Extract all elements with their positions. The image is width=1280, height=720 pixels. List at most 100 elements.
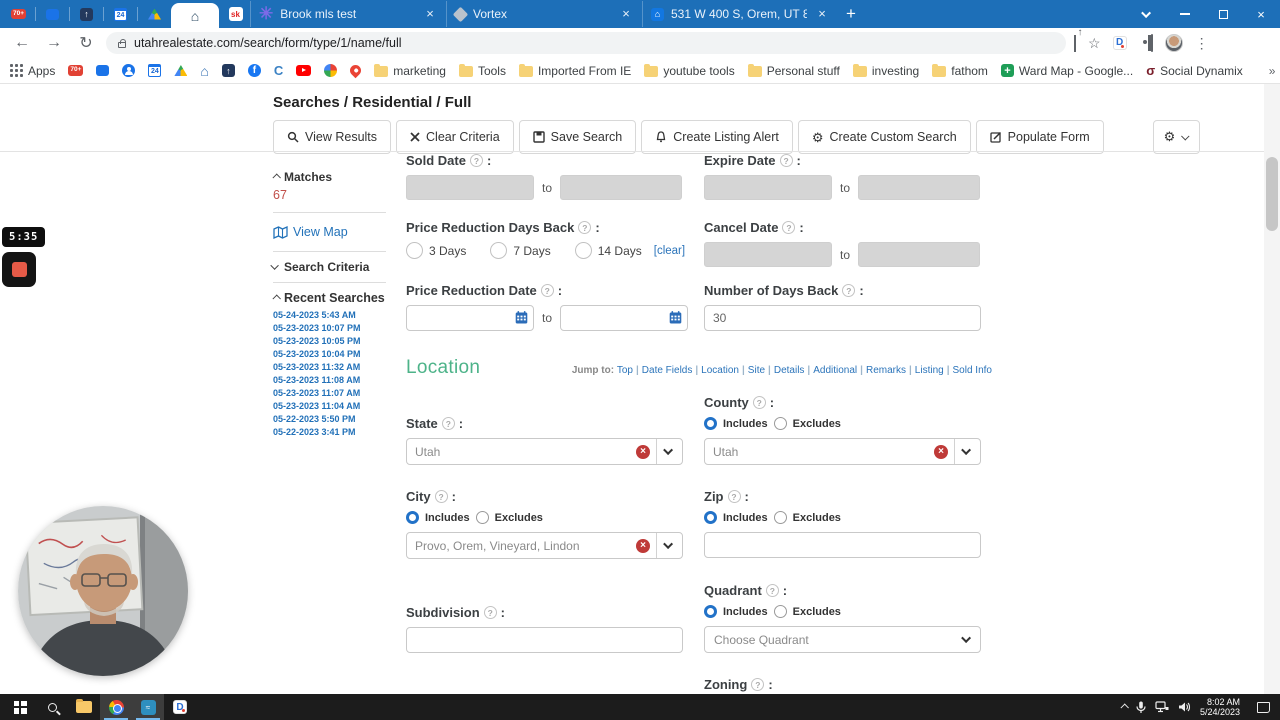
jump-link-sold-info[interactable]: Sold Info xyxy=(953,365,992,376)
network-icon[interactable] xyxy=(1155,701,1169,713)
clear-link[interactable]: [clear] xyxy=(654,245,685,257)
jump-link-details[interactable]: Details xyxy=(774,365,805,376)
tray-overflow-chevron[interactable] xyxy=(1120,703,1129,712)
window-close-button[interactable]: × xyxy=(1242,0,1280,28)
colorful-extension-icon[interactable]: D xyxy=(1112,36,1127,50)
tab-vortex[interactable]: Vortex × xyxy=(446,1,642,27)
zip-input[interactable] xyxy=(704,532,981,558)
help-icon[interactable]: ? xyxy=(540,284,554,297)
help-icon[interactable]: ? xyxy=(441,417,455,430)
subdivision-input[interactable] xyxy=(406,627,683,653)
city-excludes-radio[interactable] xyxy=(475,511,489,524)
tab-close-icon[interactable]: × xyxy=(618,6,634,22)
pinned-tab-drive[interactable] xyxy=(146,6,163,22)
quadrant-excludes-radio[interactable] xyxy=(773,605,787,618)
bookmark-social-dynamix[interactable]: σ Social Dynamix xyxy=(1146,63,1243,78)
jump-link-location[interactable]: Location xyxy=(701,365,739,376)
search-criteria-section-header[interactable]: Search Criteria xyxy=(270,260,386,274)
dropdown-arrow[interactable] xyxy=(656,439,682,464)
recent-search-link[interactable]: 05-22-2023 5:50 PM xyxy=(273,413,386,426)
bookmark-photos[interactable] xyxy=(324,64,338,77)
county-select[interactable]: Utah × xyxy=(704,438,981,465)
bookmark-folder-tools[interactable]: Tools xyxy=(458,64,506,78)
taskbar-clock[interactable]: 8:02 AM 5/24/2023 xyxy=(1200,697,1240,717)
calendar-picker-icon[interactable] xyxy=(515,311,528,324)
scrollbar-thumb[interactable] xyxy=(1266,157,1278,231)
help-icon[interactable]: ? xyxy=(842,284,856,297)
bookmark-star-icon[interactable]: ☆ xyxy=(1088,36,1101,50)
clear-criteria-button[interactable]: Clear Criteria xyxy=(396,120,514,154)
taskbar-search-button[interactable] xyxy=(36,694,68,720)
recent-search-link[interactable]: 05-23-2023 11:32 AM xyxy=(273,361,386,374)
bookmark-folder-youtube-tools[interactable]: youtube tools xyxy=(644,64,735,78)
dropdown-arrow[interactable] xyxy=(954,439,980,464)
pinned-tab-gmail[interactable]: 70+ xyxy=(10,6,27,22)
view-results-button[interactable]: View Results xyxy=(273,120,392,154)
jump-link-listing[interactable]: Listing xyxy=(915,365,944,376)
bookmark-youtube[interactable] xyxy=(296,65,312,76)
help-icon[interactable]: ? xyxy=(483,606,497,619)
number-of-days-back-input[interactable] xyxy=(704,305,981,331)
populate-form-button[interactable]: Populate Form xyxy=(975,120,1104,154)
bookmark-facebook[interactable]: f xyxy=(247,64,261,77)
clear-x-icon[interactable]: × xyxy=(934,444,948,459)
matches-section-header[interactable]: Matches xyxy=(272,170,386,184)
bookmark-maps[interactable] xyxy=(347,62,364,79)
active-tab-utahrealestate[interactable]: ⌂ xyxy=(171,3,219,28)
bookmarks-overflow-chevron[interactable]: » xyxy=(1269,64,1276,78)
tab-close-icon[interactable]: × xyxy=(814,6,830,22)
webcam-bubble[interactable] xyxy=(18,506,188,676)
help-icon[interactable]: ? xyxy=(751,678,765,691)
help-icon[interactable]: ? xyxy=(727,490,741,503)
tab-zillow-listing[interactable]: ⌂ 531 W 400 S, Orem, UT 84058 | Zi × xyxy=(642,1,838,27)
help-icon[interactable]: ? xyxy=(779,154,793,167)
help-icon[interactable]: ? xyxy=(578,221,592,234)
bookmark-contacts[interactable] xyxy=(122,64,136,77)
pinned-tab-sk[interactable]: sk xyxy=(227,6,244,22)
create-custom-search-button[interactable]: ⚙ Create Custom Search xyxy=(797,120,971,154)
url-text[interactable]: utahrealestate.com/search/form/type/1/na… xyxy=(134,36,402,50)
clear-x-icon[interactable]: × xyxy=(636,538,650,553)
recent-search-link[interactable]: 05-23-2023 10:05 PM xyxy=(273,335,386,348)
radio-7-days[interactable] xyxy=(490,242,508,259)
tab-close-icon[interactable]: × xyxy=(422,6,438,22)
start-button[interactable] xyxy=(4,694,36,720)
jump-link-date-fields[interactable]: Date Fields xyxy=(642,365,693,376)
page-scrollbar[interactable] xyxy=(1264,84,1280,694)
lock-icon[interactable] xyxy=(118,38,126,48)
recent-search-link[interactable]: 05-23-2023 10:07 PM xyxy=(273,322,386,335)
jump-link-remarks[interactable]: Remarks xyxy=(866,365,906,376)
jump-link-top[interactable]: Top xyxy=(617,365,633,376)
radio-14-days[interactable] xyxy=(574,242,592,259)
bookmark-chat[interactable] xyxy=(96,65,110,76)
side-panel-icon[interactable] xyxy=(1150,34,1153,52)
jump-link-additional[interactable]: Additional xyxy=(813,365,857,376)
recent-searches-section-header[interactable]: Recent Searches xyxy=(272,291,386,305)
file-explorer-button[interactable] xyxy=(68,694,100,720)
bookmark-folder-investing[interactable]: investing xyxy=(852,64,919,78)
recent-search-link[interactable]: 05-22-2023 3:41 PM xyxy=(273,426,386,439)
jump-link-site[interactable]: Site xyxy=(748,365,765,376)
microphone-icon[interactable] xyxy=(1136,701,1146,714)
dropdown-arrow[interactable] xyxy=(656,533,682,558)
bookmark-folder-imported[interactable]: Imported From IE xyxy=(518,64,631,78)
menu-dots-icon[interactable]: ⋮ xyxy=(1195,36,1209,50)
recent-search-link[interactable]: 05-23-2023 11:04 AM xyxy=(273,400,386,413)
profile-avatar[interactable] xyxy=(1164,34,1183,52)
zip-excludes-radio[interactable] xyxy=(773,511,787,524)
recent-search-link[interactable]: 05-23-2023 11:07 AM xyxy=(273,387,386,400)
speaker-icon[interactable] xyxy=(1178,701,1191,713)
create-listing-alert-button[interactable]: Create Listing Alert xyxy=(641,120,793,154)
stop-recording-button[interactable] xyxy=(2,252,36,287)
pinned-tab-calendar[interactable]: 24 xyxy=(112,6,129,22)
chrome-taskbar-button[interactable] xyxy=(100,694,132,720)
bookmark-drive[interactable] xyxy=(174,65,188,76)
clear-x-icon[interactable]: × xyxy=(636,444,650,459)
reload-button[interactable]: ↻ xyxy=(74,33,98,53)
recent-search-link[interactable]: 05-23-2023 10:04 PM xyxy=(273,348,386,361)
city-select[interactable]: Provo, Orem, Vineyard, Lindon × xyxy=(406,532,683,559)
county-excludes-radio[interactable] xyxy=(773,417,787,430)
share-icon[interactable] xyxy=(1074,35,1076,52)
bookmark-ward-map[interactable]: + Ward Map - Google... xyxy=(1000,64,1133,78)
view-map-link[interactable]: View Map xyxy=(273,225,386,239)
